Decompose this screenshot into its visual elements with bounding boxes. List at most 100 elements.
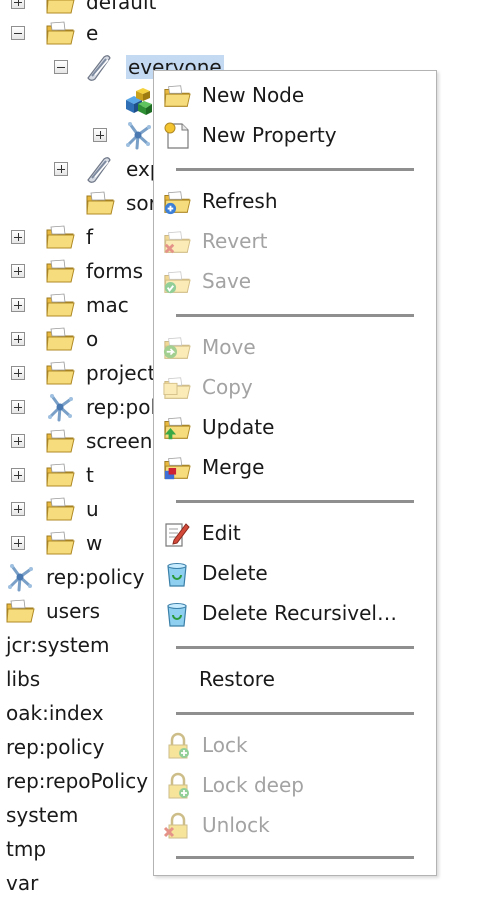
tree-node-label[interactable]: mac [86, 293, 129, 317]
menu-item-delete-recursivel[interactable]: Delete Recursivel… [154, 596, 436, 630]
tree-node-label[interactable]: project [86, 361, 155, 385]
menu-item-label: New Property [202, 123, 337, 147]
menu-item-label: Merge [202, 455, 265, 479]
tree-node-label[interactable]: libs [6, 667, 40, 691]
collapse-icon[interactable] [11, 26, 25, 40]
tree-node-label[interactable]: forms [86, 259, 143, 283]
edit-icon [162, 520, 192, 548]
context-menu: New Node New Property Refresh Revert Save Mov… [153, 70, 437, 876]
folder-icon [44, 494, 76, 524]
tree-node-label[interactable]: rep:policy [46, 565, 144, 589]
tree-node-label[interactable]: tmp [6, 837, 46, 861]
folder-icon [44, 324, 76, 354]
tree-node-label[interactable]: t [86, 463, 94, 487]
menu-item-lock[interactable]: Lock [154, 728, 436, 762]
tree-node-label[interactable]: u [86, 497, 99, 521]
policy-icon [122, 120, 154, 150]
tree-node-label[interactable]: f [86, 225, 93, 249]
expand-icon[interactable] [11, 298, 25, 312]
unlock-icon [162, 812, 192, 840]
delete-icon [162, 560, 192, 588]
tree-node-label[interactable]: o [86, 327, 98, 351]
menu-item-label: Move [202, 335, 256, 359]
tree-node-label[interactable]: rep:pol [86, 395, 156, 419]
tree-node-label[interactable]: rep:repoPolicy [6, 769, 148, 793]
menu-item-label: Refresh [202, 189, 278, 213]
menu-item-label: Delete [202, 561, 268, 585]
menu-item-label: New Node [202, 83, 305, 107]
menu-item-save[interactable]: Save [154, 264, 436, 298]
lock-icon [162, 732, 192, 760]
folder-icon [44, 222, 76, 252]
menu-item-revert[interactable]: Revert [154, 224, 436, 258]
tree-node-label[interactable]: oak:index [6, 701, 104, 725]
refresh-icon [162, 188, 192, 216]
policy-icon [4, 562, 36, 592]
cubes-icon [122, 86, 154, 116]
menu-item-unlock[interactable]: Unlock [154, 808, 436, 842]
expand-icon[interactable] [11, 502, 25, 516]
folder-icon [44, 528, 76, 558]
tree-node-label[interactable]: jcr:system [6, 633, 109, 657]
revert-icon [162, 228, 192, 256]
collapse-icon[interactable] [54, 60, 68, 74]
tree-node[interactable]: default [0, 0, 478, 17]
menu-item-new-node[interactable]: New Node [154, 78, 436, 112]
folder-icon [44, 290, 76, 320]
menu-item-move[interactable]: Move [154, 330, 436, 364]
menu-item-restore[interactable]: Restore [154, 662, 436, 696]
tree-node-label[interactable]: rep:policy [6, 735, 104, 759]
tree-node-label[interactable]: system [6, 803, 78, 827]
folder-icon [44, 256, 76, 286]
policy-icon [44, 392, 76, 422]
menu-separator [176, 712, 414, 715]
tree-node-label[interactable]: users [46, 599, 100, 623]
menu-item-label: Lock deep [202, 773, 304, 797]
merge-icon [162, 454, 192, 482]
expand-icon[interactable] [54, 162, 68, 176]
menu-item-delete[interactable]: Delete [154, 556, 436, 590]
expand-icon[interactable] [11, 434, 25, 448]
tree-node-label[interactable]: var [6, 871, 38, 895]
menu-separator [176, 856, 414, 859]
copy-icon [162, 374, 192, 402]
lock-deep-icon [162, 772, 192, 800]
menu-separator [176, 168, 414, 171]
menu-item-merge[interactable]: Merge [154, 450, 436, 484]
folder-icon [44, 0, 76, 17]
menu-item-copy[interactable]: Copy [154, 370, 436, 404]
menu-item-new-property[interactable]: New Property [154, 118, 436, 152]
menu-item-label: Lock [202, 733, 248, 757]
save-icon [162, 268, 192, 296]
menu-item-label: Unlock [202, 813, 270, 837]
menu-item-lock-deep[interactable]: Lock deep [154, 768, 436, 802]
menu-item-update[interactable]: Update [154, 410, 436, 444]
expand-icon[interactable] [11, 230, 25, 244]
menu-item-refresh[interactable]: Refresh [154, 184, 436, 218]
expand-icon[interactable] [11, 536, 25, 550]
expand-icon[interactable] [11, 366, 25, 380]
menu-item-label: Save [202, 269, 252, 293]
expand-icon[interactable] [93, 128, 107, 142]
expand-icon[interactable] [11, 332, 25, 346]
expand-icon[interactable] [11, 468, 25, 482]
folder-icon [44, 426, 76, 456]
expand-icon[interactable] [11, 400, 25, 414]
folder-icon [4, 596, 36, 626]
expand-icon[interactable] [11, 0, 25, 9]
menu-item-edit[interactable]: Edit [154, 516, 436, 550]
tree-node-label[interactable]: screens [86, 429, 163, 453]
tree-node-label[interactable]: default [86, 0, 156, 14]
tree-node-label[interactable]: w [86, 531, 102, 555]
group-icon [82, 52, 114, 82]
tree-node[interactable]: e [0, 18, 478, 48]
menu-item-label: Restore [199, 667, 275, 691]
delete-recursive-icon [162, 600, 192, 628]
menu-item-label: Update [202, 415, 275, 439]
folder-icon [84, 188, 116, 218]
menu-item-label: Edit [202, 521, 241, 545]
expand-icon[interactable] [11, 264, 25, 278]
tree-node-label[interactable]: e [86, 21, 98, 45]
folder-icon [44, 460, 76, 490]
menu-item-label: Copy [202, 375, 253, 399]
